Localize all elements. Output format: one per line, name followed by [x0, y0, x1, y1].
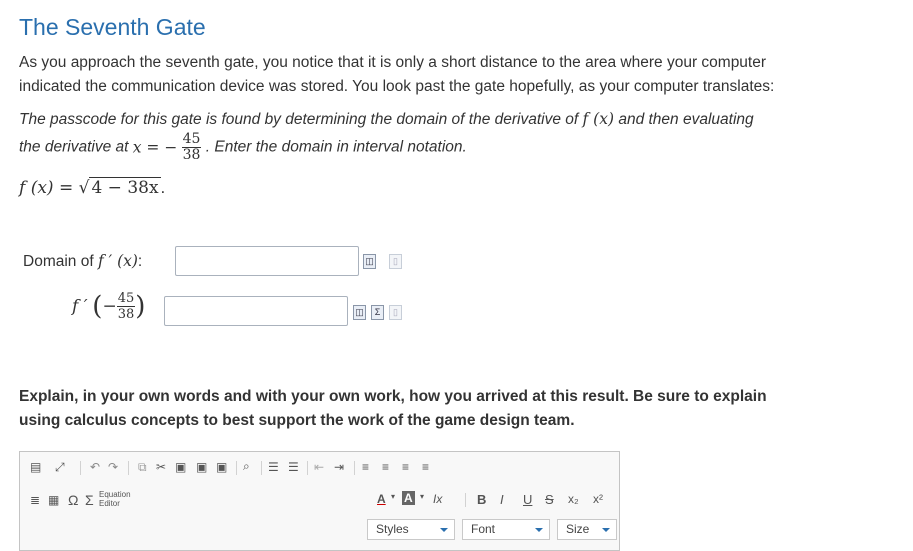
- horizontal-line-icon[interactable]: ≣: [30, 493, 40, 507]
- derivative-fraction-den: 38: [117, 307, 135, 322]
- passcode-fraction: 45 38: [181, 131, 202, 163]
- undo-icon[interactable]: ↶: [90, 460, 100, 474]
- align-justify-icon[interactable]: ≡: [422, 460, 429, 474]
- redo-icon[interactable]: ↷: [108, 460, 118, 474]
- paste-word-icon[interactable]: ▣: [216, 460, 227, 474]
- italic-button[interactable]: I: [500, 492, 504, 507]
- maximize-icon[interactable]: ⤢: [55, 460, 65, 475]
- align-left-icon[interactable]: ≡: [362, 460, 369, 474]
- chevron-down-icon: [440, 528, 448, 532]
- source-icon[interactable]: ▤: [30, 460, 41, 474]
- chevron-down-icon[interactable]: ▾: [391, 492, 395, 501]
- align-center-icon[interactable]: ≡: [382, 460, 389, 474]
- page-title: The Seventh Gate: [19, 14, 206, 40]
- bold-button[interactable]: B: [477, 492, 486, 507]
- passcode-text-2: the derivative at: [19, 138, 129, 156]
- passcode-x-eq: x = −: [132, 138, 178, 157]
- toolbar-separator: [465, 493, 466, 507]
- sigma-icon[interactable]: Σ: [371, 305, 384, 320]
- equation-editor-label-2: Editor: [99, 499, 120, 508]
- toolbar-separator: [354, 461, 355, 475]
- strikethrough-button[interactable]: S: [545, 492, 554, 507]
- derivative-label: f ′ (− 45 38): [72, 291, 145, 322]
- paste-icon[interactable]: ▣: [175, 460, 186, 474]
- toolbar-separator: [261, 461, 262, 475]
- function-rhs: 4 − 38x: [89, 177, 161, 198]
- toolbar-separator: [236, 461, 237, 475]
- styles-dropdown-label: Styles: [376, 522, 409, 536]
- submit-icon[interactable]: ▯: [389, 305, 402, 320]
- numbered-list-icon[interactable]: ☰: [268, 460, 279, 474]
- align-right-icon[interactable]: ≡: [402, 460, 409, 474]
- passcode-fx: f (x): [582, 110, 615, 128]
- derivative-fraction-num: 45: [116, 291, 136, 307]
- outdent-icon[interactable]: ⇤: [314, 460, 324, 474]
- styles-dropdown[interactable]: Styles: [367, 519, 455, 540]
- toolbar-separator: [128, 461, 129, 475]
- function-end: .: [160, 178, 166, 197]
- explain-line-2: using calculus concepts to best support …: [19, 412, 575, 429]
- superscript-button[interactable]: x²: [593, 492, 603, 506]
- passcode-text-1-end: and then evaluating: [618, 111, 754, 128]
- domain-label-colon: :: [137, 253, 143, 270]
- clear-format-button[interactable]: Ix: [433, 492, 442, 506]
- passcode-fraction-den: 38: [182, 147, 201, 163]
- toolbar-separator: [307, 461, 308, 475]
- domain-label-math: f ′ (x): [97, 252, 138, 270]
- size-dropdown[interactable]: Size: [557, 519, 617, 540]
- function-lhs: f (x) =: [19, 178, 79, 198]
- bg-color-button[interactable]: A: [402, 491, 415, 505]
- passcode-line-1: The passcode for this gate is found by d…: [19, 110, 754, 129]
- equation-editor-label-1: Equation: [99, 490, 131, 499]
- paste-text-icon[interactable]: ▣: [196, 460, 207, 474]
- cut-icon[interactable]: ✂: [156, 460, 166, 474]
- font-dropdown-label: Font: [471, 522, 496, 536]
- subscript-button[interactable]: x₂: [568, 492, 579, 506]
- domain-input[interactable]: [175, 246, 359, 276]
- submit-icon[interactable]: ▯: [389, 254, 402, 269]
- find-icon[interactable]: ⌕: [243, 459, 250, 474]
- table-icon[interactable]: ▦: [48, 493, 59, 507]
- omega-button[interactable]: Ω: [68, 492, 78, 508]
- passcode-line-2: the derivative at x = − 45 38 . Enter th…: [19, 132, 467, 163]
- passcode-fraction-num: 45: [181, 131, 202, 148]
- intro-line-2: indicated the communication device was s…: [19, 78, 775, 95]
- indent-icon[interactable]: ⇥: [334, 460, 344, 474]
- minus-sign: −: [102, 296, 117, 317]
- font-dropdown[interactable]: Font: [462, 519, 550, 540]
- sqrt-symbol: √: [78, 178, 90, 198]
- preview-icon[interactable]: ◫: [363, 254, 376, 269]
- size-dropdown-label: Size: [566, 522, 590, 536]
- chevron-down-icon[interactable]: ▾: [420, 492, 424, 501]
- toolbar-separator: [80, 461, 81, 475]
- bulleted-list-icon[interactable]: ☰: [288, 460, 299, 474]
- font-color-button[interactable]: A: [377, 492, 386, 506]
- function-definition: f (x) = √ 4 − 38x.: [19, 177, 166, 198]
- intro-line-1: As you approach the seventh gate, you no…: [19, 54, 767, 71]
- paren-close: ): [135, 291, 146, 322]
- explain-line-1: Explain, in your own words and with your…: [19, 388, 767, 405]
- domain-label-text: Domain of: [23, 253, 94, 270]
- passcode-text-2-end: . Enter the domain in interval notation.: [205, 138, 467, 156]
- sigma-button[interactable]: Σ: [85, 492, 94, 508]
- derivative-value-input[interactable]: [164, 296, 348, 326]
- derivative-fraction: 45 38: [116, 291, 136, 322]
- domain-label: Domain of f ′ (x):: [23, 252, 142, 271]
- copy-icon[interactable]: ⧉: [138, 460, 147, 475]
- paren-open: (: [92, 291, 103, 322]
- chevron-down-icon: [602, 528, 610, 532]
- underline-button[interactable]: U: [523, 492, 532, 507]
- preview-icon[interactable]: ◫: [353, 305, 366, 320]
- equation-editor-button[interactable]: Equation Editor: [99, 490, 131, 508]
- derivative-f-prime: f ′: [72, 296, 88, 317]
- passcode-text-1: The passcode for this gate is found by d…: [19, 111, 579, 128]
- chevron-down-icon: [535, 528, 543, 532]
